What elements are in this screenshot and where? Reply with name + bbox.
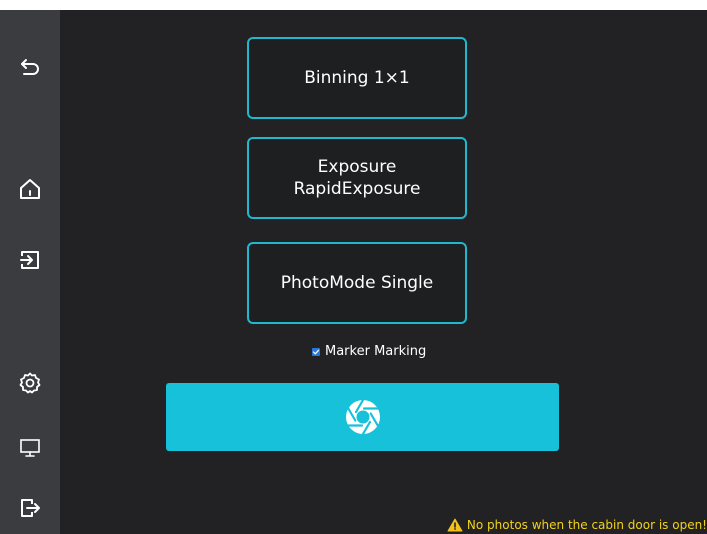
app-screen: Binning 1×1 Exposure RapidExposure Photo… [0,10,707,534]
binning-button[interactable]: Binning 1×1 [247,37,467,119]
login-icon [20,251,39,269]
sidebar [0,10,60,534]
back-button[interactable] [0,44,60,88]
checkbox-checked-icon[interactable] [312,347,320,356]
back-icon [21,59,39,75]
home-icon [20,179,40,199]
binning-label: Binning 1×1 [304,68,410,88]
monitor-icon [20,439,40,457]
exposure-mode-label: RapidExposure [293,179,421,199]
marker-marking-checkbox[interactable]: Marker Marking [312,344,426,359]
warning-text: No photos when the cabin door is open! [466,518,707,532]
settings-button[interactable] [0,361,60,405]
marker-marking-label: Marker Marking [325,344,427,359]
capture-button[interactable] [166,383,559,451]
warning-icon [447,518,463,532]
logout-icon [21,499,40,517]
photomode-label: PhotoMode Single [280,273,434,293]
settings-icon [19,372,41,394]
exposure-label: Exposure [317,157,397,177]
camera-shutter-icon [345,398,380,436]
exposure-button[interactable]: Exposure RapidExposure [247,137,467,219]
monitor-button[interactable] [0,426,60,470]
photomode-button[interactable]: PhotoMode Single [247,242,467,324]
home-button[interactable] [0,167,60,211]
logout-button[interactable] [0,486,60,530]
login-button[interactable] [0,238,60,282]
door-warning: No photos when the cabin door is open! [447,518,707,532]
